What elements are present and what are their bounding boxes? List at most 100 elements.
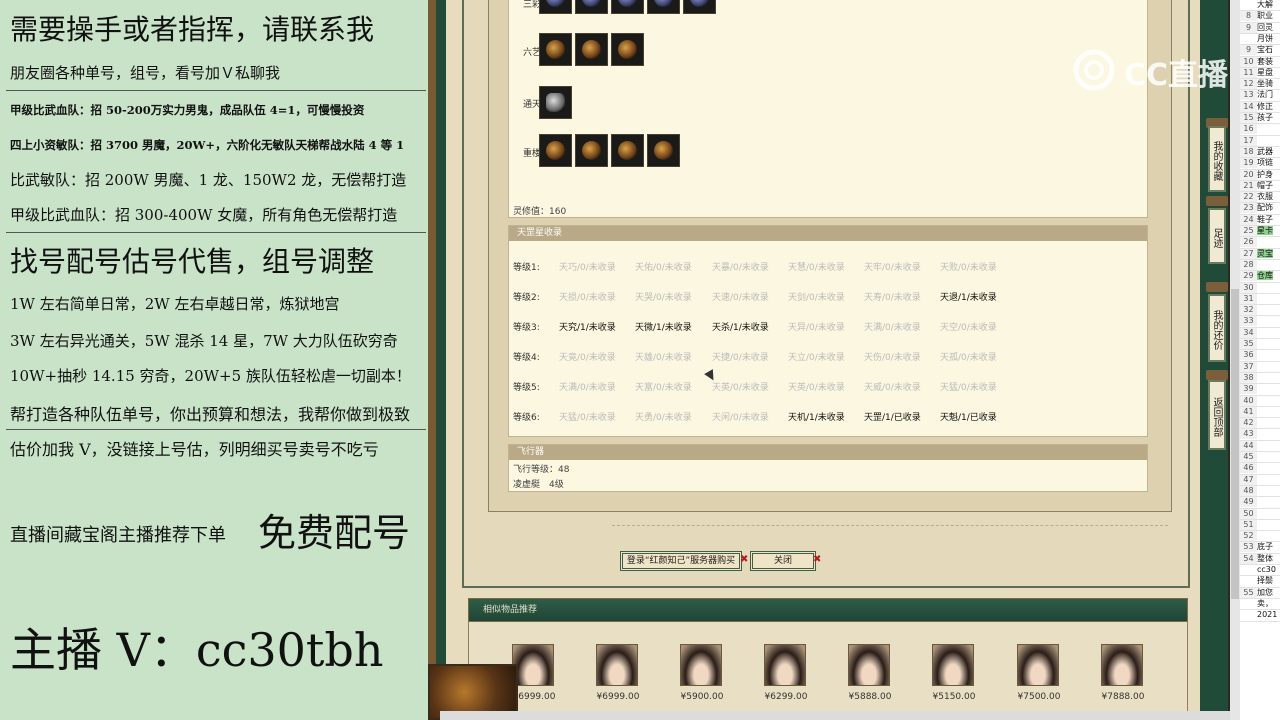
cell-text: 套装 bbox=[1257, 56, 1273, 66]
equip-slot[interactable] bbox=[575, 134, 608, 167]
tiangang-star-cell: 天究/1/未收录 bbox=[559, 323, 616, 333]
scrollbar-thumb[interactable] bbox=[1231, 289, 1239, 599]
tiangang-star-cell: 天孤/0/未收录 bbox=[940, 353, 997, 363]
equip-slot[interactable] bbox=[611, 33, 644, 66]
cell-text: cc30 bbox=[1257, 565, 1276, 574]
related-item-price: ¥5888.00 bbox=[848, 692, 892, 702]
tiangang-star-cell: 天速/0/未收录 bbox=[712, 293, 769, 303]
flying-level: 飞行等级：48 bbox=[513, 465, 570, 475]
equip-slot[interactable] bbox=[611, 0, 644, 14]
spreadsheet-row: 47 bbox=[1240, 474, 1280, 486]
spreadsheet-row: 26 bbox=[1240, 237, 1280, 249]
footprint-tab[interactable]: 足迹 bbox=[1208, 208, 1226, 264]
equip-slot[interactable] bbox=[539, 134, 572, 167]
character-avatar[interactable] bbox=[1017, 644, 1059, 686]
spreadsheet-row: 9 回灵 bbox=[1240, 22, 1280, 34]
equip-slot[interactable] bbox=[539, 86, 572, 119]
spreadsheet-row: 15 孩子 bbox=[1240, 113, 1280, 125]
overlay-recommend: 直播间藏宝阁主播推荐下单 bbox=[10, 525, 226, 546]
tiangang-star-cell: 天富/0/未收录 bbox=[635, 383, 692, 393]
tiangang-star-cell: 天败/0/未收录 bbox=[940, 263, 997, 273]
equip-slot[interactable] bbox=[647, 134, 680, 167]
row-number: 22 bbox=[1240, 192, 1257, 203]
equip-slot[interactable] bbox=[647, 0, 680, 14]
tiangang-star-cell: 天威/0/未收录 bbox=[864, 383, 921, 393]
flying-item: 凌虚艇 4级 bbox=[513, 480, 564, 490]
spreadsheet-row: 择鬃 bbox=[1240, 576, 1280, 588]
overlay-line-12: 估价加我 V，没链接上号估，列明细买号卖号不吃亏 bbox=[10, 440, 379, 459]
related-item-card[interactable]: ¥7500.00 bbox=[1009, 644, 1069, 702]
equip-slot[interactable] bbox=[539, 0, 572, 14]
row-number: 16 bbox=[1240, 124, 1257, 135]
row-number: 48 bbox=[1240, 485, 1257, 496]
cell-text: 2021 bbox=[1257, 610, 1278, 620]
character-avatar[interactable] bbox=[596, 644, 638, 686]
tiangang-star-cell: 天退/1/未收录 bbox=[940, 293, 997, 303]
tiangang-star-cell: 天满/0/未收录 bbox=[864, 323, 921, 333]
character-avatar[interactable] bbox=[512, 644, 554, 686]
row-number: 35 bbox=[1240, 339, 1257, 349]
equip-slot[interactable] bbox=[575, 0, 608, 14]
character-avatar[interactable] bbox=[932, 644, 974, 686]
horizontal-scrollbar[interactable] bbox=[440, 711, 1230, 720]
row-number: 17 bbox=[1240, 135, 1257, 146]
row-number: 55 bbox=[1240, 587, 1257, 598]
row-number: 54 bbox=[1240, 553, 1257, 564]
character-avatar[interactable] bbox=[764, 644, 806, 686]
row-number: 18 bbox=[1240, 146, 1257, 157]
lingxiu-value: 灵修值：160 bbox=[513, 207, 567, 217]
row-number: 47 bbox=[1240, 474, 1257, 485]
spreadsheet-row: 32 bbox=[1240, 305, 1280, 317]
spreadsheet-row: 33 bbox=[1240, 316, 1280, 328]
tiangang-star-cell: 天罡/1/已收录 bbox=[864, 413, 921, 423]
related-item-card[interactable]: ¥5900.00 bbox=[672, 644, 732, 702]
my-bargain-tab[interactable]: 我的还价 bbox=[1208, 294, 1226, 362]
spreadsheet-row: 37 bbox=[1240, 361, 1280, 373]
row-number: 25 bbox=[1240, 226, 1257, 236]
character-avatar[interactable] bbox=[1101, 644, 1143, 686]
equip-slot[interactable] bbox=[611, 134, 644, 167]
row-number: 34 bbox=[1240, 327, 1257, 338]
spreadsheet-row: 35 bbox=[1240, 339, 1280, 351]
related-item-card[interactable]: ¥6299.00 bbox=[756, 644, 816, 702]
cell-text: 星盘 bbox=[1257, 67, 1273, 77]
equip-slot[interactable] bbox=[575, 33, 608, 66]
tiangang-star-cell: 天杀/1/未收录 bbox=[712, 323, 769, 333]
cell-text: 鞋子 bbox=[1257, 214, 1273, 224]
tiangang-level-label: 等级2: bbox=[513, 293, 540, 303]
my-favorites-tab[interactable]: 我的收藏 bbox=[1208, 126, 1226, 192]
rail-ornament bbox=[1206, 196, 1228, 206]
related-item-card[interactable]: ¥5150.00 bbox=[924, 644, 984, 702]
cell-text: 孩子 bbox=[1257, 113, 1273, 122]
related-item-card[interactable]: ¥7888.00 bbox=[1093, 644, 1153, 702]
spreadsheet-row: 51 bbox=[1240, 519, 1280, 532]
spreadsheet-row: 9 宝石 bbox=[1240, 45, 1280, 57]
close-button[interactable]: 关闭 bbox=[750, 551, 816, 571]
row-number: 51 bbox=[1240, 519, 1257, 530]
overlay-title: 需要操手或者指挥，请联系我 bbox=[10, 13, 375, 46]
close-icon: ✖ bbox=[740, 554, 749, 565]
character-avatar[interactable] bbox=[680, 644, 722, 686]
equip-slot[interactable] bbox=[683, 0, 716, 14]
related-item-card[interactable]: ¥5888.00 bbox=[840, 644, 900, 702]
login-server-buy-button[interactable]: 登录“红颜知己”服务器购买 bbox=[620, 551, 742, 571]
spreadsheet-row: 46 bbox=[1240, 463, 1280, 475]
spreadsheet-row: 24 鞋子 bbox=[1240, 214, 1280, 227]
row-number: 12 bbox=[1240, 79, 1257, 90]
tiangang-star-cell: 天立/0/未收录 bbox=[788, 353, 845, 363]
back-to-top-tab[interactable]: 返回顶部 bbox=[1208, 380, 1226, 450]
related-item-card[interactable]: ¥6999.00 bbox=[588, 644, 648, 702]
character-avatar[interactable] bbox=[848, 644, 890, 686]
tiangang-level-label: 等级4: bbox=[513, 353, 540, 363]
spreadsheet-row: 41 bbox=[1240, 406, 1280, 419]
row-number: 9 bbox=[1240, 22, 1257, 33]
overlay-line-11: 帮打造各种队伍单号，你出预算和想法，我帮你做到极致 bbox=[10, 405, 411, 424]
spreadsheet-row: 54 整体 bbox=[1240, 553, 1280, 566]
overlay-line-2: 朋友圈各种单号，组号，看号加Ｖ私聊我 bbox=[10, 64, 281, 82]
spreadsheet-row: 50 bbox=[1240, 508, 1280, 520]
row-number: 11 bbox=[1240, 67, 1257, 78]
related-item-price: ¥6299.00 bbox=[764, 692, 808, 702]
spreadsheet-row: 16 bbox=[1240, 124, 1280, 136]
cell-text: 护身 bbox=[1257, 169, 1273, 179]
equip-slot[interactable] bbox=[539, 33, 572, 66]
